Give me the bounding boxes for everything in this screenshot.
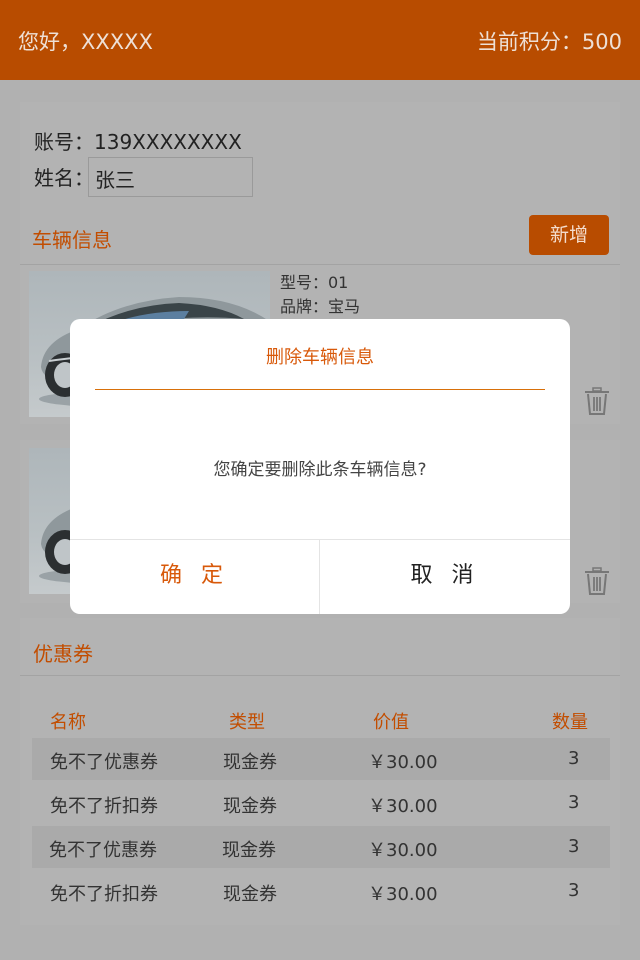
coupon-quantity: 3 (568, 748, 580, 769)
top-bar: 您好，XXXXX 当前积分：500 (0, 0, 640, 80)
table-row: 免不了优惠券 现金券 ￥30.00 3 (32, 738, 610, 780)
coupon-name: 免不了折扣券 (50, 884, 158, 905)
account-number: 账号：139XXXXXXXX (34, 130, 242, 154)
table-row: 免不了折扣券 现金券 ￥30.00 3 (32, 870, 610, 912)
table-row: 免不了折扣券 现金券 ￥30.00 3 (32, 782, 610, 824)
coupon-card: 优惠券 名称 类型 价值 数量 免不了优惠券 现金券 ￥30.00 3 免不了折… (20, 618, 620, 925)
dialog-title: 删除车辆信息 (266, 347, 374, 368)
coupon-section-title: 优惠券 (33, 642, 93, 666)
delete-vehicle-dialog: 删除车辆信息 您确定要删除此条车辆信息? 确 定 取 消 (70, 319, 570, 614)
column-header-value: 价值 (373, 712, 409, 733)
coupon-quantity: 3 (568, 880, 580, 901)
coupon-type: 现金券 (223, 796, 277, 817)
name-field[interactable]: 张三 (88, 157, 253, 197)
coupon-value: ￥30.00 (368, 840, 438, 861)
trash-icon[interactable] (584, 387, 610, 415)
coupon-value: ￥30.00 (368, 884, 438, 905)
trash-icon[interactable] (584, 567, 610, 595)
coupon-type: 现金券 (222, 840, 276, 861)
coupon-quantity: 3 (568, 792, 580, 813)
dialog-divider (95, 389, 545, 390)
coupon-name: 免不了优惠券 (50, 752, 158, 773)
column-header-name: 名称 (50, 712, 86, 733)
dialog-button-row: 确 定 取 消 (70, 539, 570, 614)
confirm-button[interactable]: 确 定 (70, 540, 320, 614)
divider (20, 264, 620, 265)
dialog-message: 您确定要删除此条车辆信息? (213, 460, 427, 480)
greeting-text: 您好，XXXXX (18, 30, 153, 54)
coupon-name: 免不了折扣券 (50, 796, 158, 817)
vehicle-section-title: 车辆信息 (32, 228, 112, 252)
table-row: 免不了优惠券 现金券 ￥30.00 3 (32, 826, 610, 868)
column-header-type: 类型 (229, 712, 265, 733)
cancel-button[interactable]: 取 消 (320, 540, 570, 614)
add-vehicle-button[interactable]: 新增 (529, 215, 609, 255)
coupon-type: 现金券 (223, 752, 277, 773)
points-text: 当前积分：500 (476, 30, 622, 54)
vehicle-model: 型号：01 (280, 273, 349, 292)
column-header-quantity: 数量 (552, 712, 588, 733)
coupon-quantity: 3 (568, 836, 580, 857)
vehicle-brand: 品牌：宝马 (280, 297, 361, 316)
divider (20, 675, 620, 676)
coupon-value: ￥30.00 (368, 796, 438, 817)
coupon-type: 现金券 (223, 884, 277, 905)
coupon-value: ￥30.00 (368, 752, 438, 773)
coupon-name: 免不了优惠券 (49, 840, 157, 861)
name-label: 姓名： (34, 166, 94, 190)
